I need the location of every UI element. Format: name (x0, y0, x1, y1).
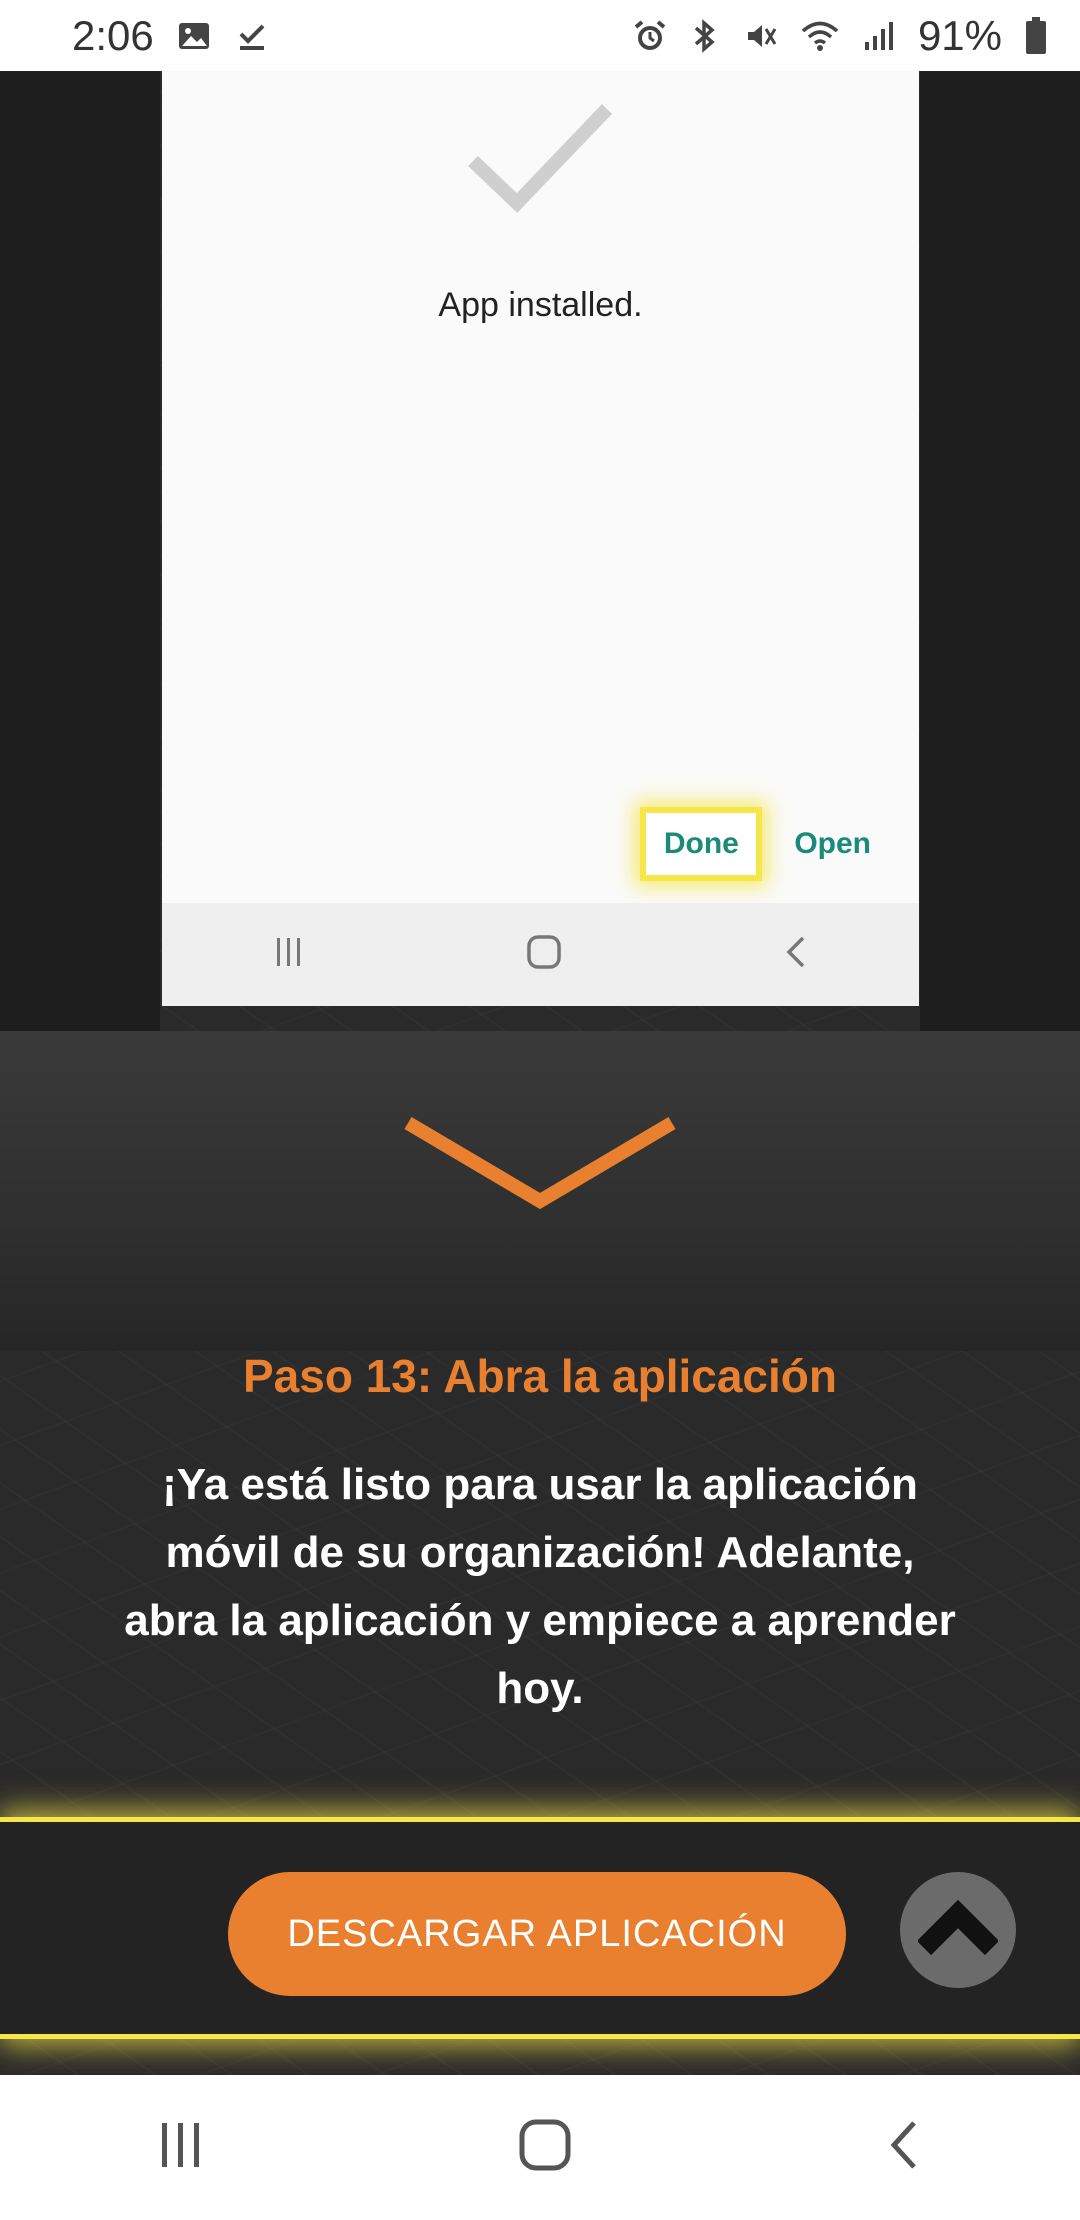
status-right: 91% (632, 12, 1048, 60)
bluetooth-icon (690, 18, 720, 54)
system-recents-icon[interactable] (156, 2119, 206, 2176)
app-installed-message: App installed. (438, 286, 643, 324)
home-icon (524, 932, 564, 977)
system-home-icon[interactable] (517, 2117, 573, 2178)
download-app-button[interactable]: DESCARGAR APLICACIÓN (228, 1872, 846, 1996)
step-title: Paso 13: Abra la aplicación (243, 1350, 837, 1402)
scroll-to-top-button[interactable] (900, 1872, 1016, 1988)
dialog-actions: Done Open (640, 807, 879, 881)
background-shade-left (0, 71, 160, 1031)
download-bar: DESCARGAR APLICACIÓN (0, 1817, 1080, 2039)
inner-navigation-bar (162, 903, 919, 1006)
chevron-up-icon (918, 1900, 998, 1956)
step-description: ¡Ya está listo para usar la aplicación m… (124, 1460, 956, 1713)
alarm-icon (632, 18, 668, 54)
chevron-down-icon (404, 1111, 676, 1216)
status-time: 2:06 (72, 11, 154, 59)
system-navigation-bar (0, 2075, 1080, 2220)
back-icon (781, 932, 811, 977)
checkmark-icon (467, 103, 613, 218)
image-icon (176, 18, 212, 54)
install-dialog-screenshot: App installed. Done Open (162, 71, 919, 1006)
open-button[interactable]: Open (786, 827, 879, 861)
signal-icon (862, 18, 896, 54)
status-left: 2:06 (72, 12, 270, 60)
done-button[interactable]: Done (640, 807, 763, 881)
background-shade-right (920, 71, 1080, 1031)
wifi-icon (800, 18, 840, 54)
status-bar: 2:06 91% (0, 0, 1080, 71)
battery-icon (1024, 16, 1048, 56)
tutorial-page: App installed. Done Open Paso 13: Abra l… (0, 71, 1080, 2075)
vibrate-icon (742, 18, 778, 54)
check-download-icon (234, 18, 270, 54)
system-back-icon[interactable] (884, 2117, 924, 2178)
battery-percentage: 91% (917, 11, 1002, 59)
recents-icon (271, 934, 307, 975)
